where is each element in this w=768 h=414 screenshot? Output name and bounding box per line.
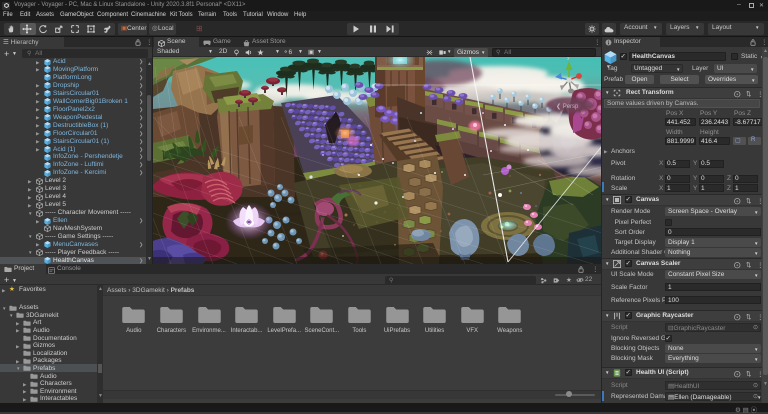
svg-text:y: y (567, 57, 570, 61)
svg-text:❮ Persp: ❮ Persp (556, 103, 579, 110)
